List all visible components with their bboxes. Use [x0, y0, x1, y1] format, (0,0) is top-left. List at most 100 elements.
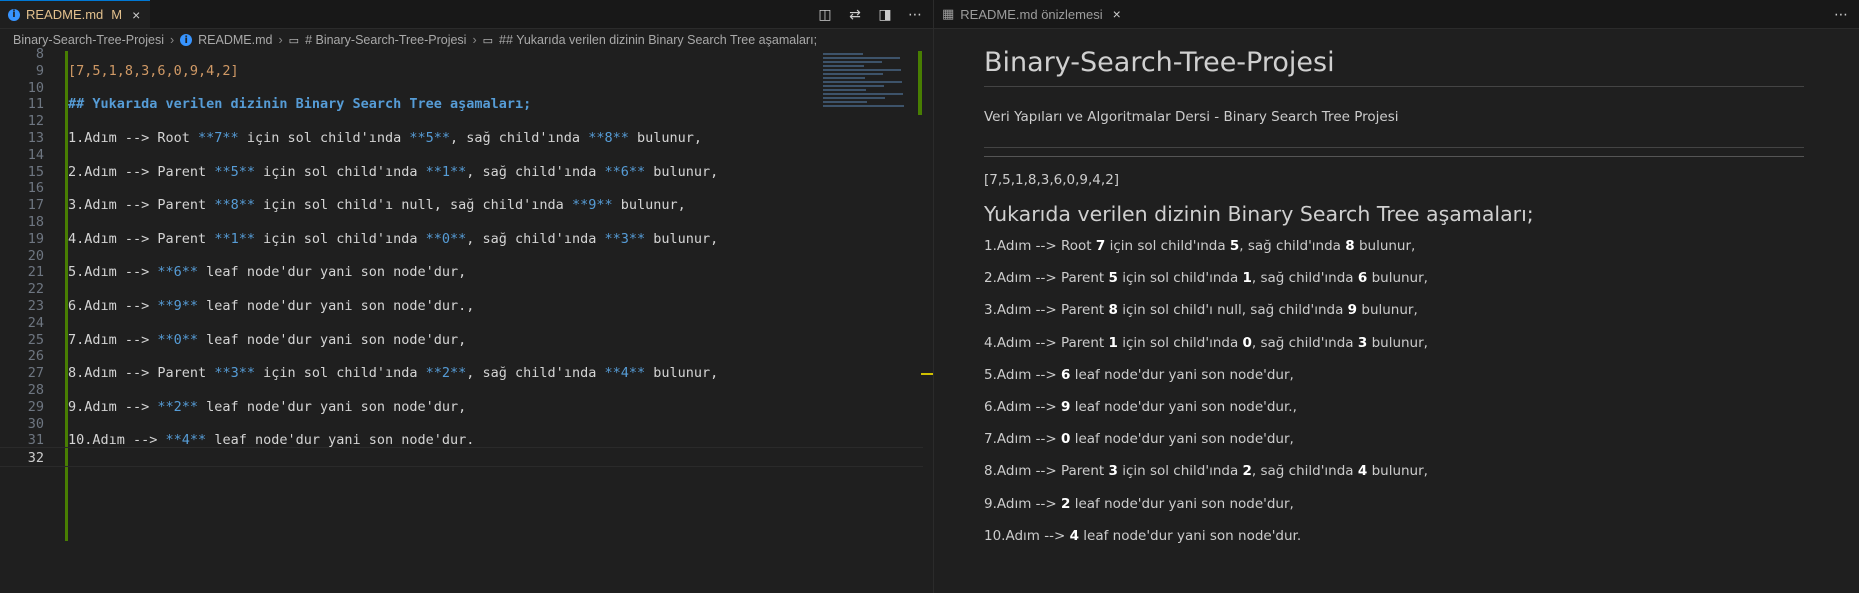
step-segment: bulunur, [1357, 302, 1418, 319]
code-token: , sağ child'ında [450, 130, 589, 146]
preview-array: [7,5,1,8,3,6,0,9,4,2] [984, 172, 1120, 188]
step-segment: için sol child'ında [1117, 270, 1243, 287]
step-segment: bulunur, [1367, 270, 1428, 287]
step-segment: , sağ child'ında [1251, 270, 1358, 287]
preview-step: 3.Adım --> Parent 8 için sol child'ı nul… [984, 294, 1804, 326]
minimap-line [823, 65, 864, 67]
tab-preview[interactable]: ▦ README.md önizlemesi × [934, 0, 1131, 28]
code-token: **9** [157, 298, 199, 314]
minimap-line [823, 89, 866, 91]
step-segment: , sağ child'ında [1239, 238, 1346, 254]
code-token: için sol child'ında [254, 365, 426, 382]
minimap-line [823, 93, 903, 95]
step-segment: 3 [1108, 463, 1118, 480]
step-segment: için sol child'ında [1105, 238, 1230, 254]
step-segment: 4 [1069, 527, 1079, 544]
code-token: **7** [198, 130, 239, 146]
more-actions-icon[interactable]: ⋯ [905, 4, 925, 24]
minimap-line [823, 81, 902, 83]
code-token: bulunur, [612, 197, 686, 214]
code-token: **0** [157, 331, 199, 348]
preview-heading: Yukarıda verilen dizinin Binary Search T… [984, 202, 1534, 226]
step-segment: 2.Adım --> Parent [984, 270, 1109, 287]
code-token: 1.Adım --> Root [68, 130, 199, 146]
step-segment: için sol child'ında [1117, 334, 1243, 351]
step-segment: , sağ child'ında [1251, 463, 1358, 480]
preview-step: 10.Adım --> 4 leaf node'dur yani son nod… [984, 520, 1804, 552]
step-segment: leaf node'dur yani son node'dur, [1070, 431, 1294, 448]
step-segment: leaf node'dur yani son node'dur, [1070, 495, 1294, 512]
step-segment: 7.Adım --> [984, 431, 1061, 448]
code-token: **2** [157, 398, 199, 415]
open-preview-icon[interactable]: ◫ [815, 4, 835, 24]
preview-step: 5.Adım --> 6 leaf node'dur yani son node… [984, 359, 1804, 391]
code-token: 6.Adım --> [68, 298, 158, 314]
preview-step: 8.Adım --> Parent 3 için sol child'ında … [984, 455, 1804, 487]
preview-title: Binary-Search-Tree-Projesi [984, 47, 1804, 87]
minimap-line [823, 97, 885, 99]
step-segment: 9 [1347, 302, 1358, 319]
code-token: bulunur, [645, 230, 719, 247]
code-token: için sol child'ında [254, 230, 426, 247]
code-token: 3.Adım --> Parent [68, 197, 215, 214]
code-token: **1** [214, 230, 255, 247]
close-icon[interactable]: × [132, 7, 140, 23]
code-token: leaf node'dur yani son node'dur, [198, 264, 467, 281]
horizontal-rule [984, 156, 1804, 157]
code-token: **9** [571, 197, 613, 214]
info-icon: i [8, 8, 20, 21]
editor-actions: ◫ ⇄ ◨ ⋯ [815, 4, 925, 24]
step-segment: 9 [1061, 398, 1071, 415]
preview-step: 1.Adım --> Root 7 için sol child'ında 5,… [984, 230, 1804, 262]
step-segment: 1 [1108, 334, 1118, 351]
minimap-line [823, 105, 904, 107]
code-line[interactable]: 32 [0, 447, 923, 468]
step-segment: 8 [1345, 238, 1355, 254]
code-token: için sol child'ı null, sağ child'ında [254, 197, 572, 214]
code-token: leaf node'dur yani son node'dur, [198, 331, 467, 348]
preview-step: 7.Adım --> 0 leaf node'dur yani son node… [984, 423, 1804, 455]
scrollbar-cursor-indicator[interactable] [921, 373, 933, 375]
editor-tabbar: i README.md M × ◫ ⇄ ◨ ⋯ [0, 0, 933, 29]
more-actions-icon[interactable]: ⋯ [1831, 4, 1851, 24]
minimap-change-indicator [918, 51, 922, 115]
code-token: **6** [604, 163, 646, 180]
code-editor[interactable]: 8 9 [7,5,1,8,3,6,0,9,4,2] 10 11 ## Yukarıda v… [0, 46, 923, 593]
preview-icon: ▦ [942, 6, 955, 21]
code-token: leaf node'dur yani son node'dur., [198, 298, 475, 314]
minimap-line [823, 57, 900, 59]
line-number: 32 [27, 450, 44, 467]
step-segment: 6 [1357, 270, 1368, 287]
step-segment: 7 [1095, 238, 1106, 254]
code-token: **8** [214, 197, 255, 214]
code-token: 10.Adım --> [68, 432, 166, 449]
preview-step: 9.Adım --> 2 leaf node'dur yani son node… [984, 488, 1804, 520]
tab-label: README.md [26, 7, 104, 22]
code-token: leaf node'dur yani son node'dur. [206, 432, 475, 449]
step-segment: 0 [1061, 431, 1071, 448]
split-editor-icon[interactable]: ◨ [875, 4, 895, 24]
step-segment: 1 [1242, 270, 1252, 287]
tab-readme[interactable]: i README.md M × [0, 0, 151, 28]
step-segment: 8.Adım --> Parent [984, 463, 1109, 480]
preview-step: 2.Adım --> Parent 5 için sol child'ında … [984, 262, 1804, 294]
editor-pane: i README.md M × ◫ ⇄ ◨ ⋯ Binary-Search-Tr… [0, 0, 933, 593]
step-segment: 10.Adım --> [984, 527, 1070, 544]
code-token: **6** [157, 264, 199, 281]
close-icon[interactable]: × [1113, 6, 1121, 22]
markdown-preview: Binary-Search-Tree-Projesi Veri Yapıları… [984, 29, 1804, 552]
step-segment: için sol child'ı null, sağ child'ında [1117, 302, 1348, 319]
code-token: **8** [588, 130, 629, 146]
code-token: **1** [425, 163, 467, 180]
preview-tabbar: ▦ README.md önizlemesi × ⋯ [934, 0, 1859, 29]
code-token: leaf node'dur yani son node'dur, [198, 398, 467, 415]
code-token: , sağ child'ında [466, 365, 605, 382]
code-token: 9.Adım --> [68, 398, 158, 415]
modified-badge: M [111, 7, 123, 22]
step-segment: 2 [1242, 463, 1252, 480]
compare-changes-icon[interactable]: ⇄ [845, 4, 865, 24]
minimap[interactable] [823, 51, 918, 117]
code-token: **5** [214, 163, 255, 180]
step-segment: leaf node'dur yani son node'dur. [1078, 527, 1302, 544]
preview-step: 4.Adım --> Parent 1 için sol child'ında … [984, 327, 1804, 359]
